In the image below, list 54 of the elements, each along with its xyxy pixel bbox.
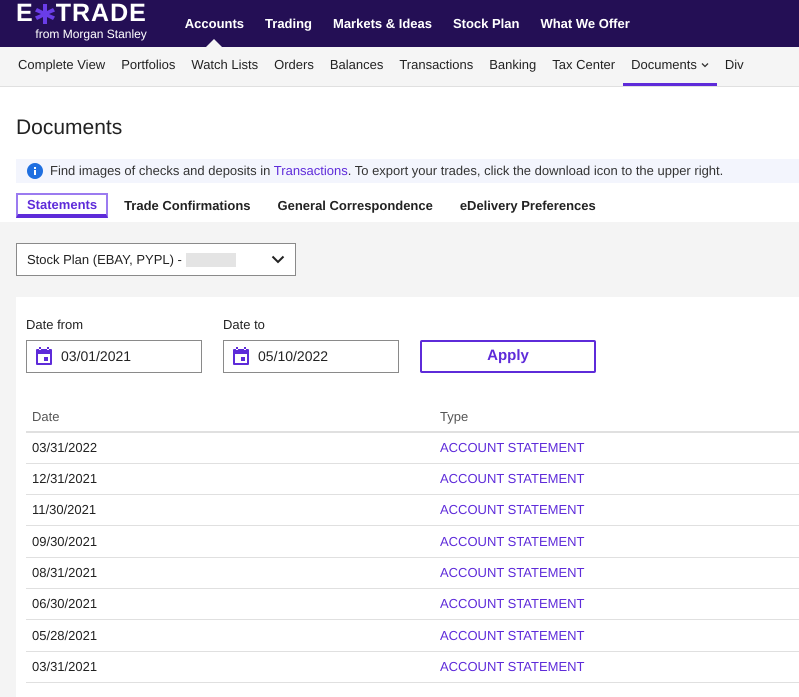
sub-nav-link[interactable]: Complete View [10,47,114,86]
sub-nav-link[interactable]: Orders [266,47,322,86]
main-nav-link[interactable]: What We Offer [540,0,630,47]
document-tab[interactable]: General Correspondence [266,192,444,218]
main-nav-link[interactable]: Trading [265,0,312,47]
sub-nav-link[interactable]: Tax Center [544,47,624,86]
table-cell-text: 03/31/2021 [31,658,98,676]
calendar-icon [232,346,250,366]
table-cell-text: 03/31/2022 [31,438,98,457]
sub-nav-link[interactable]: Portfolios [113,47,184,86]
sub-nav-link[interactable]: Div [716,47,752,86]
column-header: Type [440,408,468,426]
logo-text: E [16,1,34,26]
table-cell-text: 12/31/2021 [31,470,98,488]
table-cell-text: 05/28/2021 [31,626,98,645]
apply-button[interactable]: Apply [420,340,596,372]
account-select-text: Stock Plan (EBAY, PYPL) - [27,250,182,269]
main-nav-link[interactable]: Stock Plan [452,0,520,47]
date-label: Date to [223,316,266,334]
date-field[interactable]: 03/01/2021 [26,340,202,372]
sub-nav-link[interactable]: Banking [481,47,544,86]
main-nav-link[interactable]: Markets & Ideas [332,0,432,47]
table-cell-text: 06/30/2021 [31,595,98,614]
chevron-down-icon [271,255,285,264]
calendar-icon [35,346,53,366]
account-select[interactable]: Stock Plan (EBAY, PYPL) - [16,243,296,276]
statement-link[interactable]: ACCOUNT STATEMENT [440,469,584,489]
statement-link[interactable]: ACCOUNT STATEMENT [440,438,584,458]
logo-text: TRADE [56,1,147,26]
info-text: Find images of checks and deposits in Transactions. To export your trades, click the download icon to the upper right. [50,162,724,180]
table-cell-text: 08/31/2021 [31,564,98,582]
info-icon [27,162,43,179]
sub-nav-link[interactable]: Watch Lists [183,47,266,86]
statement-link[interactable]: ACCOUNT STATEMENT [440,594,584,614]
column-header: Date [31,408,60,426]
star-logo-icon [34,2,56,24]
date-field[interactable]: 05/10/2022 [223,340,399,372]
table-cell-text: 11/30/2021 [31,501,98,520]
statement-link[interactable]: ACCOUNT STATEMENT [440,626,584,646]
statement-link[interactable]: ACCOUNT STATEMENT [440,532,584,552]
sub-nav-link[interactable]: Balances [322,47,392,86]
document-tab[interactable]: Statements [16,192,108,218]
document-tab[interactable]: Trade Confirmations [113,192,262,218]
transactions-link[interactable]: Transactions [274,163,348,178]
logo-tagline: from Morgan Stanley [35,28,147,40]
sub-nav-link[interactable]: Transactions [391,47,482,86]
document-tab[interactable]: eDelivery Preferences [448,192,607,218]
statement-link[interactable]: ACCOUNT STATEMENT [440,563,584,583]
statement-link[interactable]: ACCOUNT STATEMENT [440,500,584,520]
page-title: Documents [15,115,124,141]
statement-link[interactable]: ACCOUNT STATEMENT [440,656,584,676]
date-label: Date from [26,316,84,334]
sub-nav-link[interactable]: Documents [623,47,717,86]
table-cell-text: 09/30/2021 [31,532,98,551]
